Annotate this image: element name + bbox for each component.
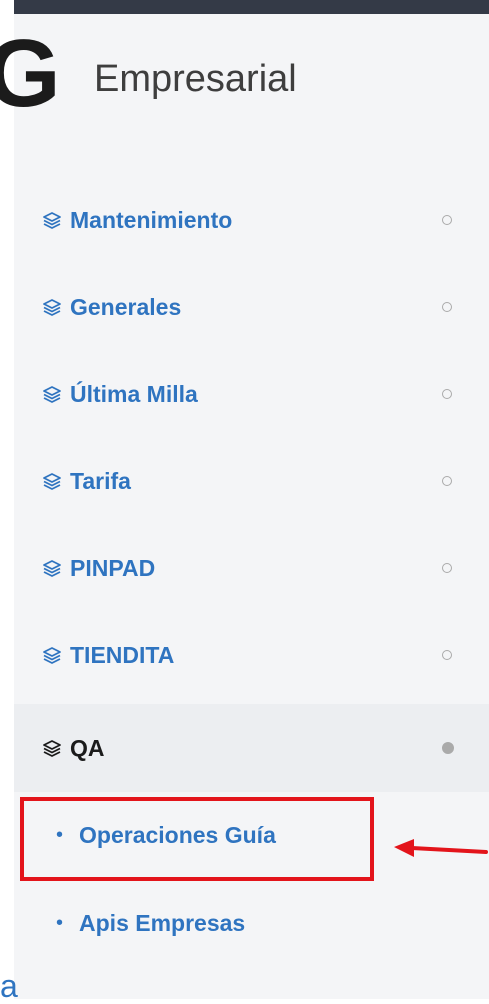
layers-icon: [42, 644, 64, 666]
bullet-icon: •: [56, 911, 64, 934]
logo[interactable]: G: [0, 26, 61, 122]
layers-icon: [42, 209, 64, 231]
menu-label: Última Milla: [70, 380, 198, 407]
layers-icon: [42, 557, 64, 579]
submenu-label: Apis Empresas: [79, 909, 246, 936]
submenu-item-apis-empresas[interactable]: • Apis Empresas: [14, 893, 489, 953]
menu-item-tiendita[interactable]: TIENDITA: [14, 611, 489, 699]
menu-label: Generales: [70, 293, 182, 320]
layers-icon: [42, 737, 64, 759]
arrow-left-icon: [394, 839, 488, 857]
menu-item-tarifa[interactable]: Tarifa: [14, 437, 489, 525]
menu-item-generales[interactable]: Generales: [14, 263, 489, 351]
menu-item-pinpad[interactable]: PINPAD: [14, 524, 489, 612]
top-bar: [14, 0, 489, 14]
highlight-box: [20, 797, 374, 881]
menu-item-qa[interactable]: QA: [14, 704, 489, 792]
menu-item-ultima-milla[interactable]: Última Milla: [14, 350, 489, 438]
status-circle: [442, 476, 452, 486]
status-circle: [442, 563, 452, 573]
menu-label: PINPAD: [70, 554, 156, 581]
menu-item-mantenimiento[interactable]: Mantenimiento: [14, 176, 489, 264]
status-circle-filled: [442, 742, 454, 754]
menu-label: TIENDITA: [70, 641, 175, 668]
menu-label: Mantenimiento: [70, 206, 233, 233]
menu-label: Tarifa: [70, 467, 131, 494]
layers-icon: [42, 383, 64, 405]
status-circle: [442, 389, 452, 399]
menu-label: QA: [70, 734, 105, 761]
layers-icon: [42, 470, 64, 492]
brand-title[interactable]: Empresarial: [94, 58, 297, 101]
status-circle: [442, 650, 452, 660]
layers-icon: [42, 296, 64, 318]
status-circle: [442, 302, 452, 312]
partial-text: a: [0, 968, 18, 1004]
status-circle: [442, 215, 452, 225]
